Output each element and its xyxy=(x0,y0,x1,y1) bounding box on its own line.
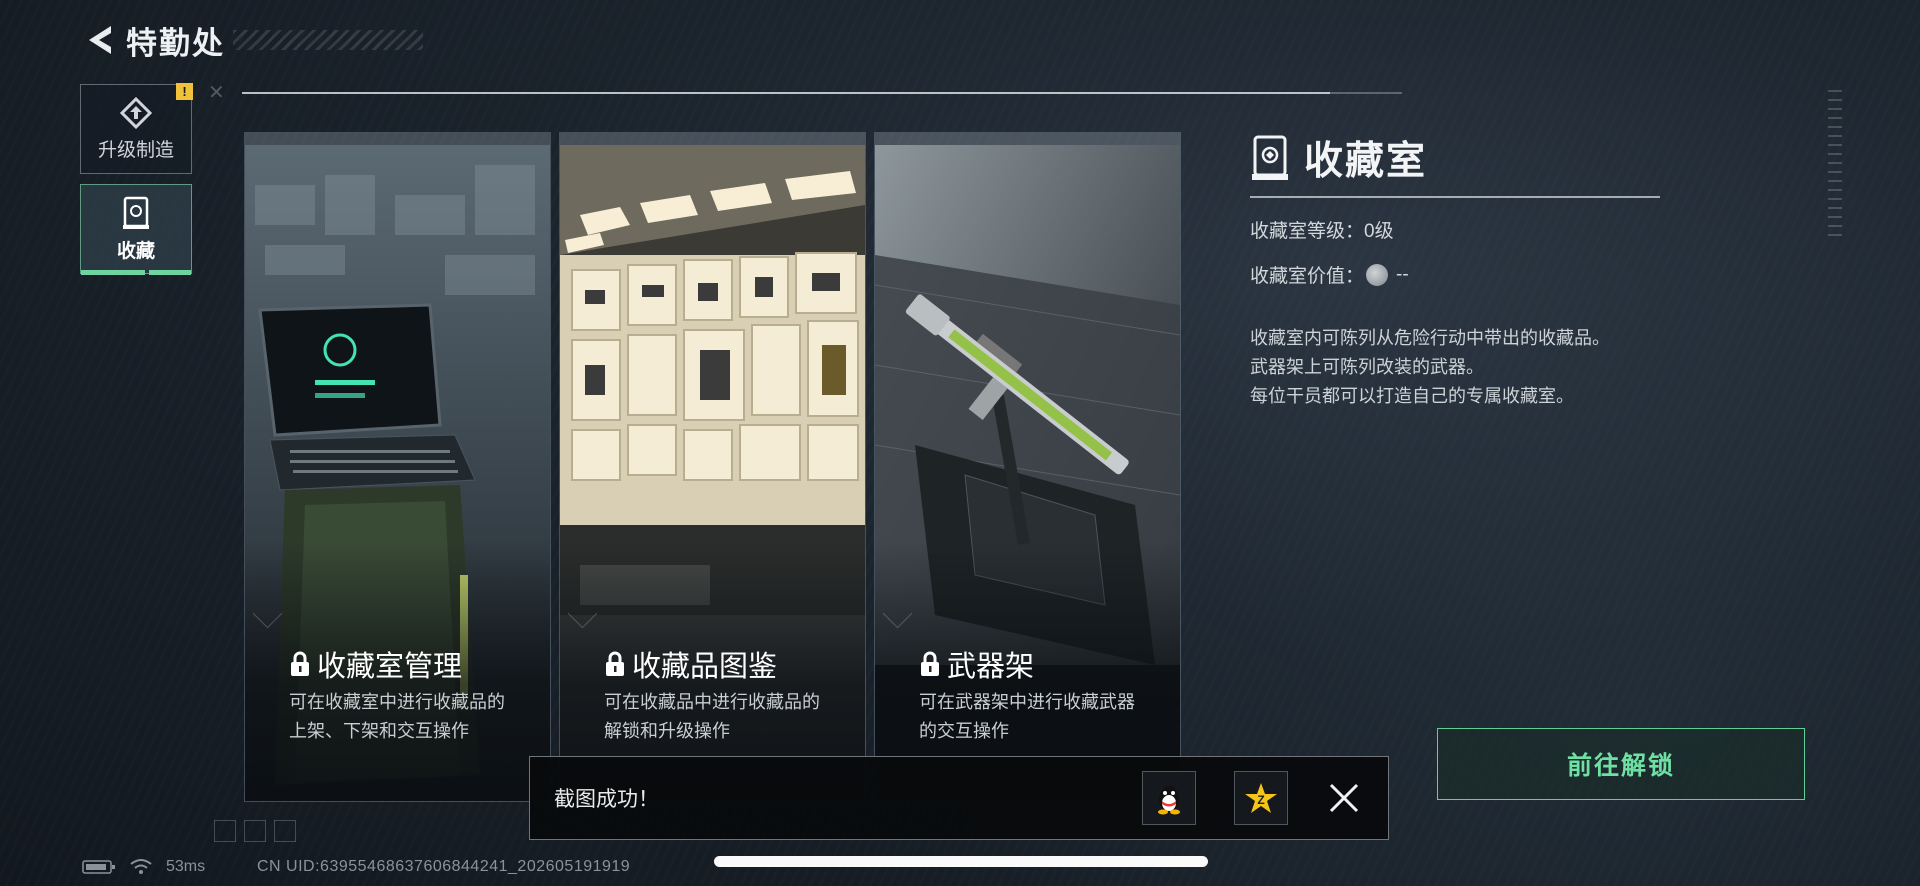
card-collection-room-management[interactable]: 收藏室管理 可在收藏室中进行收藏品的 上架、下架和交互操作 xyxy=(244,132,551,802)
screenshot-toast: 截图成功！ Z xyxy=(529,756,1389,840)
page-header: 特勤处 xyxy=(80,18,423,62)
battery-icon xyxy=(82,860,115,874)
collection-icon xyxy=(123,196,149,229)
active-indicator xyxy=(81,270,191,275)
card-description: 可在武器架中进行收藏武器 的交互操作 xyxy=(919,692,1135,741)
go-unlock-button[interactable]: 前往解锁 xyxy=(1437,728,1805,800)
collection-value-row: 收藏室价值： -- xyxy=(1250,263,1409,287)
qzone-star-icon: Z xyxy=(1245,783,1277,813)
warning-badge: ! xyxy=(176,83,193,100)
info-description: 收藏室内可陈列从危险行动中带出的收藏品。 武器架上可陈列改装的武器。 每位干员都… xyxy=(1250,328,1610,406)
back-button[interactable] xyxy=(80,18,124,62)
back-arrow-icon xyxy=(89,26,111,54)
bottom-decoration xyxy=(214,820,296,842)
info-panel: 收藏室 收藏室等级： 0级 收藏室价值： -- 收藏室内可陈列从危险行动中带出的… xyxy=(1250,130,1660,411)
page-title: 特勤处 xyxy=(126,25,225,61)
sidebar-item-collection[interactable]: 收藏 xyxy=(80,184,192,275)
toast-message: 截图成功！ xyxy=(554,788,659,811)
lock-icon xyxy=(291,651,309,676)
card-title: 收藏品图鉴 xyxy=(604,643,777,685)
collection-value-value: -- xyxy=(1396,263,1409,285)
share-qzone-button[interactable]: Z xyxy=(1234,771,1288,825)
sidebar-item-label: 升级制造 xyxy=(97,139,174,161)
card-description: 可在收藏室中进行收藏品的 上架、下架和交互操作 xyxy=(289,692,505,741)
home-indicator[interactable] xyxy=(714,856,1208,867)
card-collection-catalog[interactable]: 收藏品图鉴 可在收藏品中进行收藏品的 解锁和升级操作 xyxy=(559,132,866,802)
card-title-text: 收藏室管理 xyxy=(317,651,463,683)
title-decoration xyxy=(233,30,423,50)
crosshair-decoration: ✕ xyxy=(208,82,225,104)
sidebar-item-label: 收藏 xyxy=(116,240,155,262)
close-icon xyxy=(1329,783,1359,813)
info-title: 收藏室 xyxy=(1304,140,1428,183)
upgrade-craft-icon xyxy=(119,96,153,129)
wifi-icon xyxy=(130,859,152,874)
sidebar-item-upgrade-craft[interactable]: ! 升级制造 xyxy=(80,83,193,174)
collection-level-value: 0级 xyxy=(1364,221,1394,242)
user-uid: CN UID:6395546863760684424​1_20260519191… xyxy=(257,858,631,875)
currency-coin-icon xyxy=(1366,263,1389,286)
card-tab-decoration xyxy=(560,133,865,145)
share-qq-button[interactable] xyxy=(1142,771,1196,825)
collection-level-row: 收藏室等级： 0级 xyxy=(1250,216,1660,243)
toast-close-button[interactable] xyxy=(1324,778,1364,818)
lock-icon xyxy=(921,651,939,676)
card-weapon-rack[interactable]: 武器架 可在武器架中进行收藏武器 的交互操作 xyxy=(874,132,1181,802)
lock-icon xyxy=(606,651,624,676)
qq-penguin-icon xyxy=(1158,786,1180,815)
side-decoration xyxy=(1828,90,1842,240)
card-tab-decoration xyxy=(875,133,1180,145)
card-title: 收藏室管理 xyxy=(289,643,462,685)
header-divider xyxy=(242,92,1402,94)
info-header: 收藏室 xyxy=(1250,130,1660,198)
ping-value: 53ms xyxy=(166,858,206,875)
card-title: 武器架 xyxy=(919,643,1034,685)
status-bar: 53ms xyxy=(82,858,205,876)
card-title-text: 武器架 xyxy=(947,651,1035,683)
card-description: 可在收藏品中进行收藏品的 解锁和升级操作 xyxy=(604,692,820,741)
collection-room-icon xyxy=(1252,135,1288,180)
svg-text:Z: Z xyxy=(1257,793,1264,807)
card-tab-decoration xyxy=(245,133,550,145)
card-title-text: 收藏品图鉴 xyxy=(632,651,778,683)
